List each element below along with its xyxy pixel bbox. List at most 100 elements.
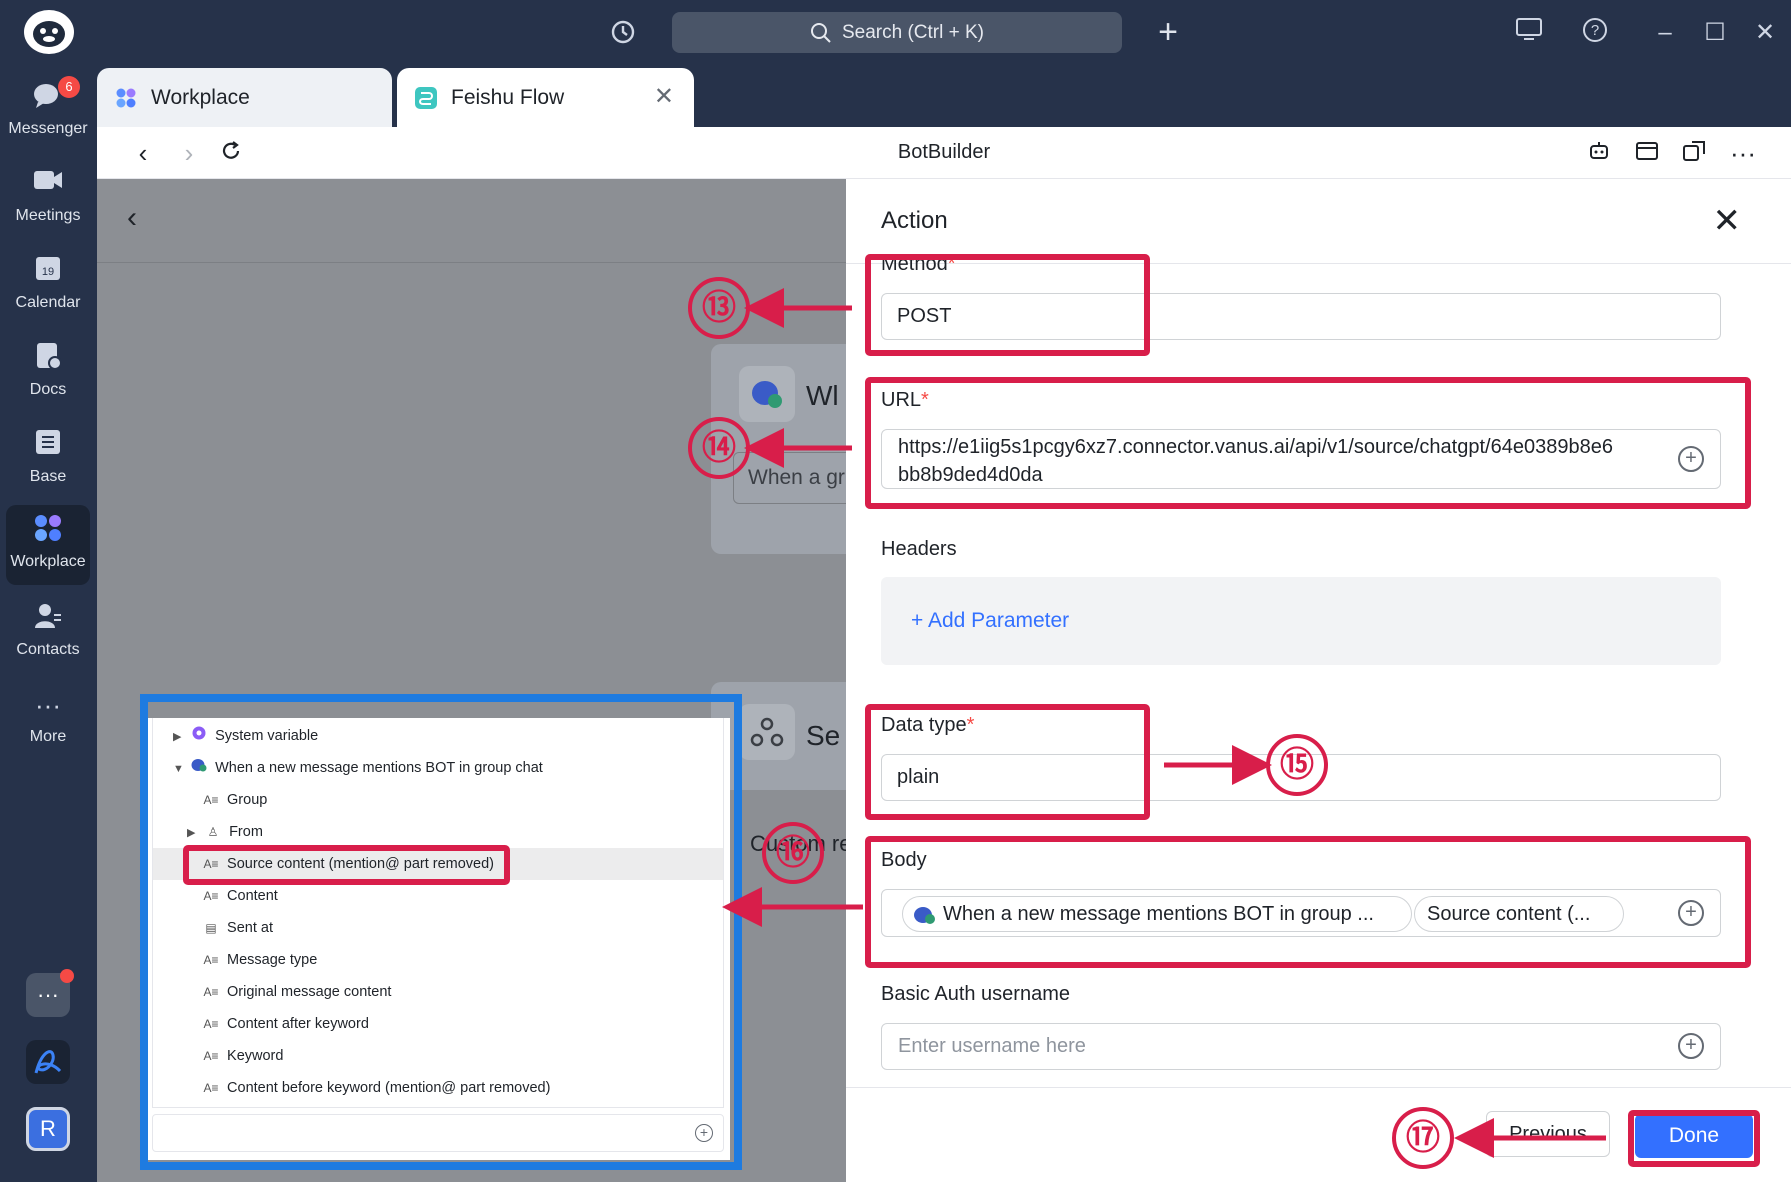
app-launcher-button[interactable]: ··· xyxy=(26,969,74,1017)
maximize-icon[interactable]: ☐ xyxy=(1698,16,1732,50)
help-icon[interactable]: ? xyxy=(1578,16,1612,50)
body-variable-field-tag[interactable]: Source content (... xyxy=(1414,896,1624,932)
split-view-icon[interactable] xyxy=(1678,137,1710,169)
notification-dot xyxy=(60,969,74,983)
more-options-icon[interactable]: ··· xyxy=(1727,137,1759,169)
panel-title: Action xyxy=(881,207,948,234)
tree-row-content[interactable]: A≡ Content xyxy=(153,880,723,912)
app-logo[interactable] xyxy=(24,10,74,54)
tree-row-original-content[interactable]: A≡ Original message content xyxy=(153,976,723,1008)
robot-icon[interactable] xyxy=(1583,137,1615,169)
headers-area: + Add Parameter xyxy=(881,577,1721,665)
body-tag-field: Source content (... xyxy=(1427,903,1591,925)
expand-triangle-icon[interactable]: ▶ xyxy=(187,817,201,849)
tab-label: Workplace xyxy=(151,85,250,109)
table-icon xyxy=(31,428,65,462)
tree-label: Source content (mention@ part removed) xyxy=(227,856,495,872)
text-icon: A≡ xyxy=(203,985,219,999)
tree-row-group[interactable]: A≡ Group xyxy=(153,784,723,816)
body-tag-source: When a new message mentions BOT in group… xyxy=(943,903,1374,925)
nav-label: Messenger xyxy=(8,120,88,137)
search-input[interactable]: Search (Ctrl + K) xyxy=(672,12,1122,53)
window-icon[interactable] xyxy=(1631,137,1663,169)
url-input[interactable]: https://e1iig5s1pcgy6xz7.connector.vanus… xyxy=(881,429,1721,489)
screen-cast-icon[interactable] xyxy=(1512,16,1546,50)
insert-variable-plus-icon[interactable]: + xyxy=(1678,446,1704,472)
collapse-triangle-icon[interactable]: ▼ xyxy=(173,753,187,785)
tree-row-sent-at[interactable]: ▤ Sent at xyxy=(153,912,723,944)
calendar-icon: ▤ xyxy=(205,921,217,935)
insert-variable-plus-icon[interactable]: + xyxy=(1678,1033,1704,1059)
nav-meetings[interactable]: Meetings xyxy=(6,159,90,239)
close-tab-icon[interactable]: ✕ xyxy=(654,82,674,111)
basic-auth-username-input[interactable]: Enter username here + xyxy=(881,1023,1721,1070)
tree-row-system-variable[interactable]: ▶ System variable xyxy=(153,720,723,752)
tree-label: When a new message mentions BOT in group… xyxy=(215,760,543,776)
nav-more[interactable]: ··· More xyxy=(6,680,90,760)
forward-arrow-icon[interactable]: › xyxy=(173,137,205,169)
add-parameter-button[interactable]: + Add Parameter xyxy=(911,609,1069,633)
tree-label: Content after keyword xyxy=(227,1016,369,1032)
chat-icon xyxy=(739,366,795,422)
tab-feishu-flow[interactable]: Feishu Flow ✕ xyxy=(397,68,694,127)
new-tab-plus-icon[interactable]: + xyxy=(1150,14,1186,50)
nav-contacts[interactable]: Contacts xyxy=(6,593,90,673)
tree-row-keyword[interactable]: A≡ Keyword xyxy=(153,1040,723,1072)
back-chevron-icon[interactable]: ‹ xyxy=(127,201,137,235)
annotation-number-13: ⑬ xyxy=(688,277,750,339)
basic-auth-label: Basic Auth username xyxy=(881,983,1070,1005)
tab-workplace[interactable]: Workplace xyxy=(97,68,392,127)
tree-label: Group xyxy=(227,792,268,808)
insert-plus-icon[interactable]: + xyxy=(695,1124,713,1142)
tree-label: From xyxy=(229,824,263,840)
method-select[interactable]: POST xyxy=(881,293,1721,340)
bot-app-icon[interactable] xyxy=(26,1040,70,1084)
nav-docs[interactable]: Docs xyxy=(6,333,90,413)
method-value: POST xyxy=(897,305,952,327)
insert-variable-plus-icon[interactable]: + xyxy=(1678,900,1704,926)
body-variable-tag[interactable]: When a new message mentions BOT in group… xyxy=(902,896,1412,932)
workplace-tab-icon xyxy=(115,87,137,109)
calendar-icon: 19 xyxy=(31,254,65,288)
variable-search-input[interactable]: + xyxy=(152,1114,724,1152)
method-label-text: Method xyxy=(881,253,948,271)
workplace-grid-icon xyxy=(31,513,65,547)
ellipsis-icon: ··· xyxy=(37,982,59,1007)
nav-base[interactable]: Base xyxy=(6,420,90,500)
avatar[interactable]: R xyxy=(26,1107,70,1151)
expand-triangle-icon[interactable]: ▶ xyxy=(173,721,187,753)
url-value-line2: bb8b9ded4d0da xyxy=(898,464,1043,486)
nav-workplace[interactable]: Workplace xyxy=(6,505,90,585)
close-icon[interactable]: ✕ xyxy=(1713,201,1742,241)
nav-label: Base xyxy=(29,468,67,485)
tree-label: System variable xyxy=(215,728,319,744)
action-panel: Action ✕ Method* POST URL* https://e1iig… xyxy=(846,179,1791,1182)
title-bar: Search (Ctrl + K) + ? – ☐ ✕ xyxy=(0,0,1791,65)
back-arrow-icon[interactable]: ‹ xyxy=(127,137,159,169)
tree-label: Content xyxy=(227,888,278,904)
close-window-icon[interactable]: ✕ xyxy=(1748,16,1782,50)
tree-row-from[interactable]: ▶ ♙ From xyxy=(153,816,723,848)
tree-row-content-after-keyword[interactable]: A≡ Content after keyword xyxy=(153,1008,723,1040)
history-icon[interactable] xyxy=(608,18,638,48)
tree-label: Message type xyxy=(227,952,318,968)
nav-label: More xyxy=(29,728,67,745)
nav-calendar[interactable]: 19 Calendar xyxy=(6,246,90,326)
text-icon: A≡ xyxy=(203,953,219,967)
tree-row-source-content[interactable]: A≡ Source content (mention@ part removed… xyxy=(153,848,723,880)
refresh-icon[interactable] xyxy=(215,137,247,169)
page-title: BotBuilder xyxy=(897,141,991,163)
body-input[interactable]: When a new message mentions BOT in group… xyxy=(881,889,1721,937)
tree-row-trigger[interactable]: ▼ When a new message mentions BOT in gro… xyxy=(153,752,723,784)
tree-row-message-type[interactable]: A≡ Message type xyxy=(153,944,723,976)
previous-button[interactable]: Previous xyxy=(1486,1111,1610,1157)
tree-row-content-before-keyword[interactable]: A≡ Content before keyword (mention@ part… xyxy=(153,1072,723,1104)
search-icon xyxy=(810,22,831,43)
done-button[interactable]: Done xyxy=(1635,1114,1753,1158)
minimize-icon[interactable]: – xyxy=(1648,16,1682,50)
data-type-value: plain xyxy=(897,766,940,788)
nav-messenger[interactable]: 6 Messenger xyxy=(6,72,90,152)
nav-label: Workplace xyxy=(10,553,86,570)
annotation-number-17: ⑰ xyxy=(1392,1107,1454,1169)
tab-label: Feishu Flow xyxy=(451,85,565,109)
